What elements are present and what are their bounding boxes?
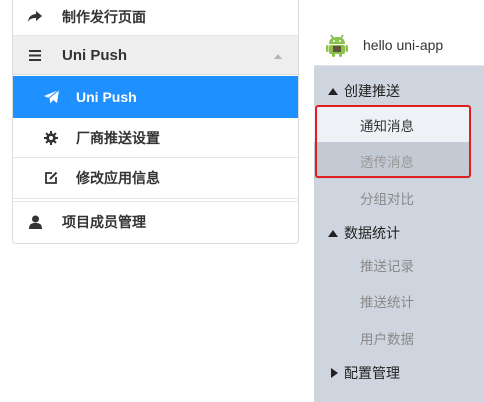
menu-item-publish-page[interactable]: 制作发行页面	[13, 0, 298, 36]
app-title: hello uni-app	[363, 36, 444, 53]
menu-item-label: Uni Push	[76, 89, 137, 105]
menu-item-label: 制作发行页面	[62, 8, 146, 25]
group-label: 配置管理	[344, 365, 400, 381]
menu-item-label: 推送记录	[360, 258, 414, 274]
menu-item-member-management[interactable]: 项目成员管理	[13, 201, 298, 242]
red-highlight-annotation	[315, 105, 471, 178]
menu-item-label: 用户数据	[360, 331, 414, 347]
menu-item-push-stats[interactable]: 推送统计	[314, 282, 470, 319]
caret-up-icon	[274, 54, 282, 59]
menu-item-unipush[interactable]: Uni Push	[13, 76, 298, 118]
gear-icon	[43, 130, 59, 146]
edit-icon	[43, 170, 59, 186]
menu-group-label: Uni Push	[62, 46, 128, 64]
group-label: 创建推送	[344, 83, 400, 99]
menu-item-group-compare[interactable]: 分组对比	[314, 179, 470, 216]
group-create-push[interactable]: 创建推送	[328, 81, 400, 101]
menu-item-modify-app-info[interactable]: 修改应用信息	[13, 158, 298, 199]
menu-item-label: 项目成员管理	[62, 214, 146, 230]
triangle-right-icon	[331, 368, 338, 378]
menu-item-label: 推送统计	[360, 294, 414, 310]
project-sidebar: 制作发行页面 Uni Push Uni Push 厂商推送设置 修改应用信息 项…	[12, 0, 299, 244]
share-arrow-icon	[27, 9, 43, 25]
group-label: 数据统计	[344, 225, 400, 241]
menu-item-user-data[interactable]: 用户数据	[314, 319, 470, 356]
send-plane-icon	[43, 89, 59, 105]
menu-item-label: 厂商推送设置	[76, 129, 160, 146]
group-data-stats[interactable]: 数据统计	[328, 223, 400, 243]
triangle-down-icon	[328, 87, 338, 95]
group-config[interactable]: 配置管理	[328, 363, 400, 383]
app-header: hello uni-app	[314, 24, 484, 66]
menu-item-vendor-push-settings[interactable]: 厂商推送设置	[13, 118, 298, 158]
hamburger-icon	[27, 47, 43, 63]
android-logo-icon	[326, 33, 348, 57]
user-icon	[27, 214, 43, 230]
menu-group-unipush[interactable]: Uni Push	[13, 36, 298, 75]
menu-item-label: 修改应用信息	[76, 170, 160, 186]
menu-item-push-records[interactable]: 推送记录	[314, 246, 470, 283]
triangle-down-icon	[328, 229, 338, 237]
menu-item-label: 分组对比	[360, 191, 414, 207]
